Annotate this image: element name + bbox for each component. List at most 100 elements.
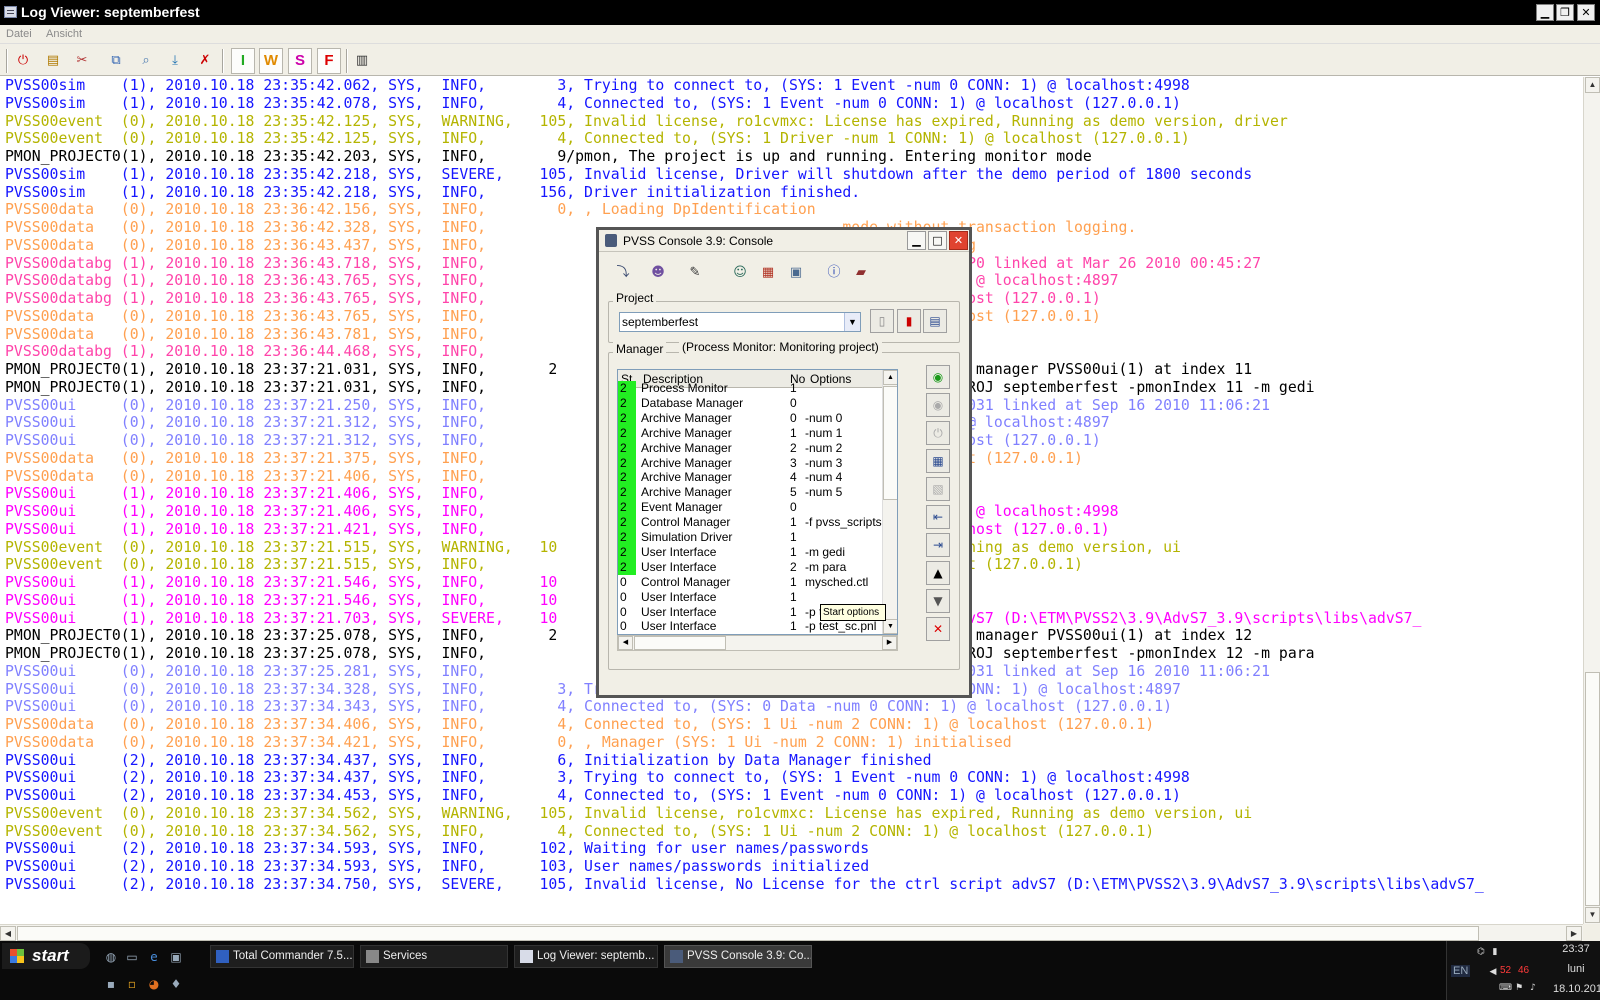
manager-properties-button[interactable]: ▦ [926,449,950,473]
log-row[interactable]: PVSS00event (0), 2010.10.18 23:35:42.125… [5,113,1288,131]
remove-manager-button[interactable]: ✕ [926,617,950,641]
network-tray-icon[interactable]: ⌬ [1475,947,1487,958]
log-row[interactable]: PVSS00event (0), 2010.10.18 23:37:34.562… [5,805,1252,823]
manager-row[interactable]: 2 Event Manager 0 [618,500,882,516]
gadget-icon[interactable]: ♦ [168,976,184,992]
console-minimize-button[interactable]: ▁ [907,231,926,250]
table-scroll-left-icon[interactable]: ◀ [618,636,633,650]
manager-row[interactable]: 0 Control Manager 1 mysched.ctl [618,575,882,590]
log-row[interactable]: PVSS00ui (0), 2010.10.18 23:37:34.343, S… [5,698,1172,716]
kill-manager-button[interactable]: ⏻ [926,421,950,445]
task-services[interactable]: Services [360,945,508,968]
filter-fatal-button[interactable]: F [317,48,341,74]
clear-log-icon[interactable]: ✗ [195,51,215,71]
log-row[interactable]: PVSS00data (0), 2010.10.18 23:36:42.156,… [5,201,816,219]
insert-manager-button[interactable]: ⇤ [926,505,950,529]
project-stop-button[interactable]: ▯ [870,309,894,333]
task-pvss-console[interactable]: PVSS Console 3.9: Co... [664,945,812,968]
network-icon[interactable]: ▣ [786,263,806,283]
manager-row[interactable]: 2 User Interface 1 -m gedi [618,544,882,560]
log-row[interactable]: PVSS00ui (1), 2010.10.18 23:37:21.546, S… [5,592,557,610]
cut-icon[interactable]: ✂ [72,51,92,71]
log-row[interactable]: PVSS00ui (0), 2010.10.18 23:37:34.328, S… [5,681,1181,699]
scroll-up-arrow-icon[interactable]: ▲ [1585,77,1600,93]
log-row[interactable]: PVSS00sim (1), 2010.10.18 23:35:42.218, … [5,166,1252,184]
log-row[interactable]: PVSS00ui (2), 2010.10.18 23:37:34.593, S… [5,840,869,858]
log-row[interactable]: PVSS00ui (1), 2010.10.18 23:37:21.546, S… [5,574,557,592]
log-row[interactable]: PVSS00event (0), 2010.10.18 23:37:21.515… [5,539,1181,557]
log-row[interactable]: PVSS00event (0), 2010.10.18 23:37:34.562… [5,823,1154,841]
project-settings-button[interactable]: ▤ [923,309,947,333]
vertical-scroll-thumb[interactable] [1585,672,1600,906]
find-icon[interactable]: ⌕ [136,51,156,71]
manager-row[interactable]: 2 Database Manager 0 [618,395,882,411]
filter-severe-button[interactable]: S [288,48,312,74]
show-desktop-icon[interactable]: ◍ [103,949,119,965]
user-icon[interactable]: ☻ [648,263,668,283]
internet-explorer-icon[interactable]: e [146,949,162,965]
manager-row[interactable]: 2 Archive Manager 0 -num 0 [618,410,882,426]
log-row[interactable]: PVSS00data (0), 2010.10.18 23:37:34.421,… [5,734,1012,752]
minimize-button[interactable]: ▁ [1536,4,1554,21]
firefox-icon[interactable]: ◕ [146,976,162,992]
log-row[interactable]: PVSS00sim (1), 2010.10.18 23:35:42.062, … [5,77,1190,95]
stop-icon[interactable]: ⏻ [13,51,33,71]
scroll-left-arrow-icon[interactable]: ◀ [0,926,16,941]
append-manager-button[interactable]: ⇥ [926,533,950,557]
info-icon[interactable]: ⓘ [824,263,844,283]
notes-icon[interactable]: ▫ [124,976,140,992]
flag-tray-icon[interactable]: ⚑ [1513,983,1525,994]
manager-table-hscroll[interactable]: ◀ ▶ [617,635,898,651]
manager-row[interactable]: 0 User Interface 1 [618,590,882,605]
edit-icon[interactable]: ✎ [685,263,705,283]
project-select[interactable]: septemberfest ▼ [619,312,861,332]
columns-icon[interactable]: ▥ [352,51,372,71]
move-down-button[interactable]: ▼ [926,589,950,613]
speaker-tray-icon[interactable]: ♪ [1527,983,1539,994]
menu-datei[interactable]: Datei [6,28,32,40]
log-row[interactable]: PVSS00event (0), 2010.10.18 23:35:42.125… [5,130,1190,148]
manager-row[interactable]: 2 Archive Manager 5 -num 5 [618,485,882,501]
table-scroll-thumb[interactable] [883,386,897,500]
back-tray-icon[interactable]: ◀ [1487,967,1499,978]
project-traffic-light-button[interactable]: ▮ [897,309,921,333]
log-vertical-scrollbar[interactable]: ▲ ▼ [1583,77,1600,924]
log-row[interactable]: PVSS00ui (2), 2010.10.18 23:37:34.750, S… [5,876,1484,894]
save-icon[interactable]: ▪ [103,976,119,992]
manager-row[interactable]: 2 Archive Manager 1 -num 1 [618,425,882,441]
manager-row[interactable]: 2 Process Monitor 1 [618,381,882,396]
help-book-icon[interactable]: ▰ [851,263,871,283]
manager-table[interactable]: St Description No Options 2 Process Monit… [617,369,898,635]
restore-button[interactable]: ❐ [1556,4,1574,21]
task-total-commander[interactable]: Total Commander 7.5... [210,945,354,968]
scroll-down-icon[interactable]: ⤓ [165,51,185,71]
scroll-right-arrow-icon[interactable]: ▶ [1566,926,1582,941]
chevron-down-icon[interactable]: ▼ [844,313,860,331]
console-maximize-button[interactable]: □ [928,231,947,250]
log-row[interactable]: PVSS00ui (2), 2010.10.18 23:37:34.437, S… [5,752,931,770]
manager-row[interactable]: 2 Control Manager 1 -f pvss_scripts.lst [618,515,882,531]
log-row[interactable]: PMON_PROJECT0(1), 2010.10.18 23:35:42.20… [5,148,1092,166]
log-row[interactable]: PVSS00sim (1), 2010.10.18 23:35:42.078, … [5,95,1181,113]
keyboard-tray-icon[interactable]: ⌨ [1499,983,1512,994]
scroll-down-arrow-icon[interactable]: ▼ [1585,907,1600,923]
log-horizontal-scrollbar[interactable]: ◀ ▶ [0,924,1583,941]
log-row[interactable]: PVSS00ui (2), 2010.10.18 23:37:34.437, S… [5,769,1190,787]
log-row[interactable]: PVSS00data (0), 2010.10.18 23:37:34.406,… [5,716,1154,734]
chart-icon[interactable]: ▦ [758,263,778,283]
manager-log-button[interactable]: ▧ [926,477,950,501]
table-scroll-right-icon[interactable]: ▶ [882,636,897,650]
log-row[interactable]: PVSS00ui (2), 2010.10.18 23:37:34.453, S… [5,787,1181,805]
manager-table-vscroll[interactable]: ▲ ▼ [882,370,897,634]
manager-row[interactable]: 2 Simulation Driver 1 [618,530,882,545]
manager-row[interactable]: 2 Archive Manager 4 -num 4 [618,470,882,486]
close-button[interactable]: ✕ [1577,4,1595,21]
manager-row[interactable]: 2 Archive Manager 3 -num 3 [618,455,882,471]
add-manager-icon[interactable]: ⤵ [613,263,633,283]
folder-icon[interactable]: ▭ [124,949,140,965]
log-row[interactable]: PVSS00ui (2), 2010.10.18 23:37:34.593, S… [5,858,869,876]
stop-manager-button[interactable]: ◉ [926,393,950,417]
clock[interactable]: 23:37 luni 18.10.2010 [1553,941,1600,998]
horizontal-scroll-thumb[interactable] [17,926,1479,941]
battery-tray-icon[interactable]: ▮ [1489,947,1501,958]
